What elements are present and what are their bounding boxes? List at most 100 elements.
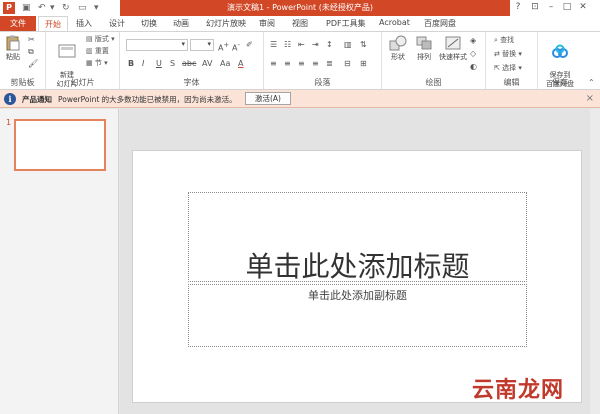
section-label: 节 bbox=[94, 59, 102, 67]
align-left-icon[interactable]: ≡ bbox=[270, 59, 277, 69]
shape-effects-icon[interactable]: ◐ bbox=[470, 62, 477, 72]
font-group-label: 字体 bbox=[183, 78, 200, 87]
help-icon[interactable]: ? bbox=[511, 1, 525, 14]
font-color-button[interactable]: A bbox=[238, 59, 243, 69]
slide-editor: 单击此处添加标题 单击此处添加副标题 云南龙网 bbox=[120, 109, 600, 414]
layout-button[interactable]: ▤ 版式 ▾ bbox=[86, 35, 115, 44]
shape-outline-icon[interactable]: ◇ bbox=[470, 49, 476, 59]
line-spacing-icon[interactable]: ↕ bbox=[326, 40, 333, 50]
title-placeholder[interactable]: 单击此处添加标题 bbox=[188, 192, 527, 283]
align-center-icon[interactable]: ≡ bbox=[284, 59, 291, 69]
notice-title: 产品通知 bbox=[22, 95, 52, 104]
select-button[interactable]: ⇱ 选择 ▾ bbox=[494, 64, 522, 73]
editing-group-label: 编辑 bbox=[503, 78, 520, 87]
title-bar: P ▣ ↶ ▾ ↻ ▭ ▾ 演示文稿1 - PowerPoint (未经授权产品… bbox=[0, 0, 600, 16]
strikethrough-button[interactable]: abc bbox=[182, 59, 196, 69]
shapes-label: 形状 bbox=[391, 53, 405, 61]
clear-format-icon[interactable]: ✐ bbox=[246, 40, 253, 50]
align-text-icon[interactable]: ⊟ bbox=[344, 59, 351, 69]
baidu-netdisk-icon bbox=[552, 44, 568, 58]
editing-group: ⌕ 查找 ⇄ 替换 ▾ ⇱ 选择 ▾ 编辑 bbox=[486, 32, 538, 89]
tab-acrobat[interactable]: Acrobat bbox=[379, 18, 410, 27]
tab-animations[interactable]: 动画 bbox=[173, 18, 189, 29]
tab-design[interactable]: 设计 bbox=[109, 18, 125, 29]
ribbon-tabs: 文件 开始 插入 设计 切换 动画 幻灯片放映 审阅 视图 PDF工具集 Acr… bbox=[0, 16, 600, 32]
section-button[interactable]: ▦ 节 ▾ bbox=[86, 59, 108, 68]
find-button[interactable]: ⌕ 查找 bbox=[494, 36, 514, 45]
activate-button[interactable]: 激活(A) bbox=[245, 92, 291, 105]
char-spacing-button[interactable]: AV bbox=[202, 59, 212, 69]
subtitle-placeholder-text: 单击此处添加副标题 bbox=[308, 289, 407, 302]
window-title: 演示文稿1 - PowerPoint (未经授权产品) bbox=[227, 3, 373, 12]
tab-insert[interactable]: 插入 bbox=[76, 18, 92, 29]
columns-icon[interactable]: ▥ bbox=[344, 40, 352, 50]
collapse-ribbon-icon[interactable]: ⌃ bbox=[588, 78, 595, 88]
grow-font-icon[interactable]: A+ bbox=[218, 40, 229, 54]
save-group-label: 保存 bbox=[552, 78, 568, 87]
tab-transitions[interactable]: 切换 bbox=[141, 18, 157, 29]
paste-icon bbox=[6, 35, 20, 51]
tab-home[interactable]: 开始 bbox=[38, 16, 68, 32]
copy-icon[interactable]: ⧉ bbox=[28, 47, 34, 57]
notice-text: PowerPoint 的大多数功能已被禁用，因为尚未激活。 bbox=[58, 95, 237, 104]
maximize-icon[interactable]: □ bbox=[560, 1, 574, 14]
tab-baidu-netdisk[interactable]: 百度网盘 bbox=[424, 18, 456, 29]
italic-button[interactable]: I bbox=[142, 59, 144, 69]
slide-thumbnail[interactable] bbox=[14, 119, 106, 171]
replace-button[interactable]: ⇄ 替换 ▾ bbox=[494, 50, 522, 59]
reset-label: 重置 bbox=[94, 47, 109, 55]
tab-pdf-tools[interactable]: PDF工具集 bbox=[326, 18, 366, 29]
find-label: 查找 bbox=[500, 36, 515, 44]
bullets-icon[interactable]: ☰ bbox=[270, 40, 277, 50]
paragraph-group: ☰ ☷ ⇤ ⇥ ↕ ▥ ⇅ ≡ ≡ ≡ ≡ ≣ ⊟ ⊞ 段落 bbox=[264, 32, 382, 89]
align-right-icon[interactable]: ≡ bbox=[298, 59, 305, 69]
distributed-icon[interactable]: ≣ bbox=[326, 59, 333, 69]
layout-label: 版式 bbox=[94, 35, 109, 43]
font-size-select[interactable]: ▾ bbox=[190, 39, 214, 51]
quick-styles-icon bbox=[445, 36, 461, 50]
reset-button[interactable]: ▥ 重置 bbox=[86, 47, 109, 56]
paragraph-group-label: 段落 bbox=[314, 78, 331, 87]
numbering-icon[interactable]: ☷ bbox=[284, 40, 291, 50]
close-icon[interactable]: ✕ bbox=[576, 1, 590, 14]
save-group: 保存到 百度网盘 保存 bbox=[538, 32, 582, 89]
paste-label: 粘贴 bbox=[6, 53, 20, 61]
watermark-logo: 云南龙网 bbox=[471, 377, 564, 403]
underline-button[interactable]: U bbox=[156, 59, 162, 69]
smartart-icon[interactable]: ⊞ bbox=[360, 59, 367, 69]
shapes-icon bbox=[389, 35, 407, 51]
shadow-button[interactable]: S bbox=[170, 59, 175, 69]
drawing-group: 形状 排列 快速样式 ◈ ◇ ◐ 绘图 bbox=[382, 32, 486, 89]
increase-indent-icon[interactable]: ⇥ bbox=[312, 40, 319, 50]
text-direction-icon[interactable]: ⇅ bbox=[360, 40, 367, 50]
decrease-indent-icon[interactable]: ⇤ bbox=[298, 40, 305, 50]
clipboard-group: 粘贴 ✂ ⧉ 🖌 剪贴板 bbox=[0, 32, 46, 89]
slide-number: 1 bbox=[6, 118, 12, 127]
minimize-icon[interactable]: – bbox=[544, 1, 558, 14]
format-painter-icon[interactable]: 🖌 bbox=[28, 59, 38, 69]
paste-button[interactable]: 粘贴 bbox=[2, 35, 24, 62]
tab-file[interactable]: 文件 bbox=[0, 16, 36, 31]
subtitle-placeholder[interactable]: 单击此处添加副标题 bbox=[188, 284, 527, 347]
bold-button[interactable]: B bbox=[128, 59, 134, 69]
slide-canvas[interactable]: 单击此处添加标题 单击此处添加副标题 bbox=[132, 150, 582, 403]
shape-fill-icon[interactable]: ◈ bbox=[470, 36, 476, 46]
change-case-button[interactable]: Aa bbox=[220, 59, 230, 69]
tab-view[interactable]: 视图 bbox=[292, 18, 308, 29]
arrange-button[interactable]: 排列 bbox=[412, 35, 436, 62]
vertical-scrollbar[interactable] bbox=[590, 109, 600, 414]
tab-slideshow[interactable]: 幻灯片放映 bbox=[206, 18, 246, 29]
justify-icon[interactable]: ≡ bbox=[312, 59, 319, 69]
tab-review[interactable]: 审阅 bbox=[259, 18, 275, 29]
shrink-font-icon[interactable]: A- bbox=[232, 40, 240, 54]
shapes-button[interactable]: 形状 bbox=[386, 35, 410, 62]
font-name-select[interactable]: ▾ bbox=[126, 39, 188, 51]
cut-icon[interactable]: ✂ bbox=[28, 35, 35, 45]
quick-styles-button[interactable]: 快速样式 bbox=[438, 35, 468, 62]
slides-group-label: 幻灯片 bbox=[70, 78, 95, 87]
close-notice-icon[interactable]: × bbox=[586, 93, 594, 104]
slide-thumbnail-pane: 1 bbox=[0, 109, 119, 414]
arrange-icon bbox=[416, 36, 432, 50]
quick-styles-label: 快速样式 bbox=[439, 53, 467, 61]
ribbon-display-options-icon[interactable]: ⊡ bbox=[528, 1, 542, 14]
